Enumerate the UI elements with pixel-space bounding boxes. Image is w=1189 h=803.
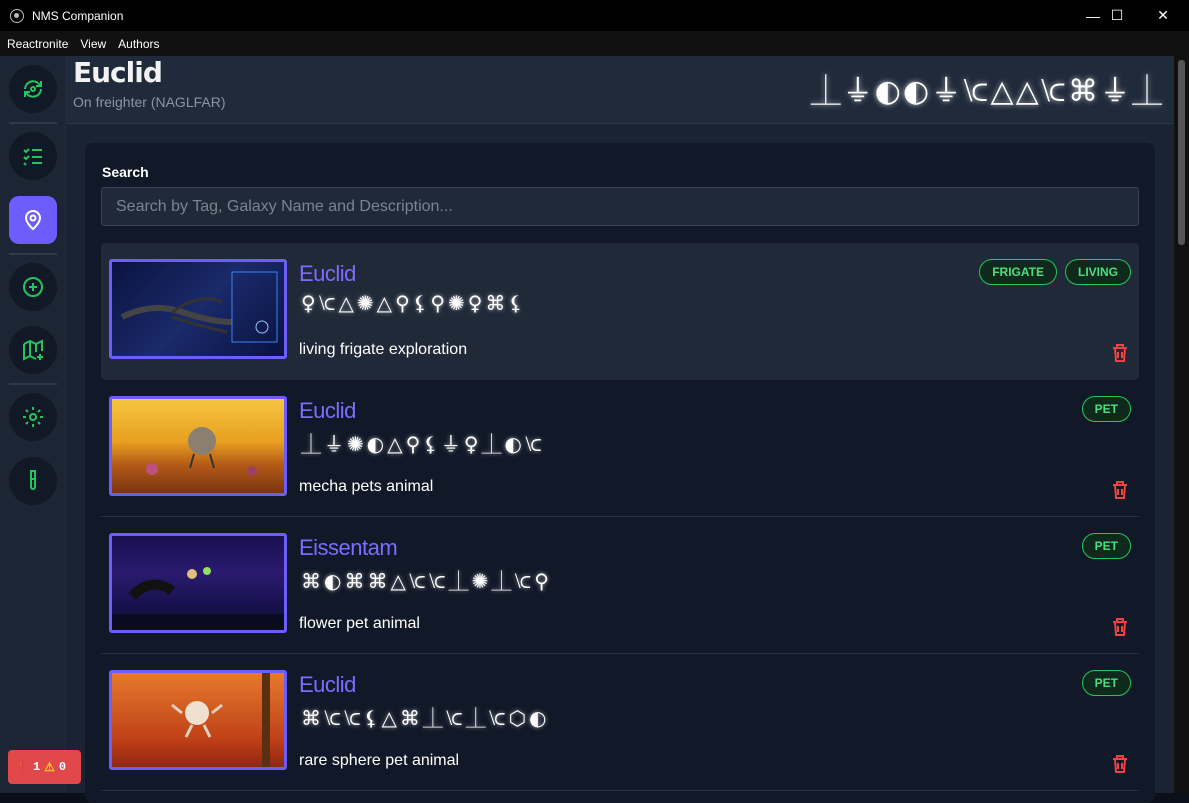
error-count: 1 (32, 760, 41, 774)
window-title: NMS Companion (32, 8, 124, 23)
tag-list: FRIGATE LIVING (979, 259, 1131, 285)
location-card[interactable]: Eissentam ⌘◐⌘⌘△⟈⟈⏊✺⏊⟈⚲ flower pet animal… (101, 517, 1139, 654)
tag-list: PET (1081, 396, 1131, 422)
search-label: Search (102, 164, 149, 180)
sidebar (0, 56, 66, 793)
close-button[interactable]: ✕ (1140, 0, 1186, 31)
entry-glyphs: ⏊⏚✺◐△⚲⚸⏚♀⏊◐⟈ (301, 432, 545, 456)
trash-icon[interactable] (1111, 480, 1129, 500)
trash-icon[interactable] (1111, 343, 1129, 363)
dev-status-badge[interactable]: ❗ 1 ⚠ 0 (8, 750, 81, 784)
location-screenshot (109, 670, 287, 770)
app-icon (10, 8, 24, 23)
content-area: Search Euclid ♀⟈△✺△⚲⚸⚲✺♀⌘⚸ living frigat… (66, 124, 1174, 803)
menu-bar: Reactronite View Authors (0, 31, 1189, 56)
locations-panel: Search Euclid ♀⟈△✺△⚲⚸⚲✺♀⌘⚸ living frigat… (85, 143, 1155, 803)
map-pin-icon (24, 210, 42, 231)
add-circle-icon (23, 277, 43, 297)
tag-list: PET (1081, 533, 1131, 559)
tag-pet[interactable]: PET (1081, 533, 1131, 559)
location-screenshot (109, 533, 287, 633)
refresh-location-icon (24, 80, 42, 98)
location-card[interactable]: Euclid ♀⟈△✺△⚲⚸⚲✺♀⌘⚸ living frigate explo… (101, 243, 1139, 380)
current-location-subtitle: On freighter (NAGLFAR) (73, 94, 226, 110)
location-card[interactable]: Euclid ⌘⟈⟈⚸△⌘⏊⟈⏊⟈⬡◐ rare sphere pet anim… (101, 654, 1139, 791)
trash-icon[interactable] (1111, 617, 1129, 637)
tag-living[interactable]: LIVING (1064, 259, 1131, 285)
entry-galaxy: Euclid (299, 398, 356, 423)
sidebar-divider (9, 122, 57, 124)
tag-frigate[interactable]: FRIGATE (979, 259, 1057, 285)
sidebar-divider (9, 383, 57, 385)
search-input[interactable] (101, 187, 1139, 226)
tag-pet[interactable]: PET (1081, 396, 1131, 422)
add-location-button[interactable] (9, 263, 57, 311)
current-galaxy: Euclid (73, 56, 163, 89)
add-map-button[interactable] (9, 326, 57, 374)
warning-count: 0 (58, 760, 67, 774)
locations-button[interactable] (9, 196, 57, 244)
entry-description: rare sphere pet animal (299, 752, 460, 769)
sidebar-divider (9, 253, 57, 255)
location-screenshot (109, 259, 287, 359)
entry-galaxy: Euclid (299, 672, 356, 697)
title-bar: NMS Companion — ☐ ✕ (0, 0, 1189, 31)
settings-button[interactable] (9, 393, 57, 441)
location-card[interactable]: Euclid ⏊⏚✺◐△⚲⚸⏚♀⏊◐⟈ mecha pets animal PE… (101, 380, 1139, 517)
refresh-location-button[interactable] (9, 65, 57, 113)
menu-authors[interactable]: Authors (112, 37, 165, 51)
current-location-header: Euclid On freighter (NAGLFAR) ⏊⏚◐◐⏚⟈△△⟈⌘… (66, 56, 1174, 124)
test-tube-icon (30, 470, 36, 490)
debug-button[interactable] (9, 457, 57, 505)
maximize-button[interactable]: ☐ (1094, 0, 1140, 31)
entry-glyphs: ⌘⟈⟈⚸△⌘⏊⟈⏊⟈⬡◐ (301, 706, 550, 730)
location-screenshot (109, 396, 287, 496)
checklist-icon (23, 148, 42, 166)
checklist-button[interactable] (9, 132, 57, 180)
error-icon: ❗ (14, 760, 29, 775)
entry-galaxy: Euclid (299, 261, 356, 286)
tag-pet[interactable]: PET (1081, 670, 1131, 696)
entry-description: living frigate exploration (299, 341, 468, 358)
entry-glyphs: ♀⟈△✺△⚲⚸⚲✺♀⌘⚸ (301, 291, 527, 315)
settings-gear-icon (23, 407, 43, 427)
menu-reactronite[interactable]: Reactronite (0, 37, 74, 51)
menu-view[interactable]: View (74, 37, 112, 51)
vertical-scrollbar[interactable] (1174, 56, 1189, 793)
trash-icon[interactable] (1111, 754, 1129, 774)
scrollbar-thumb[interactable] (1178, 60, 1185, 245)
entry-glyphs: ⌘◐⌘⌘△⟈⟈⏊✺⏊⟈⚲ (301, 569, 552, 593)
warning-icon: ⚠ (44, 760, 55, 775)
entry-description: flower pet animal (299, 615, 420, 632)
entry-description: mecha pets animal (299, 478, 434, 495)
tag-list: PET (1081, 670, 1131, 696)
entry-galaxy: Eissentam (299, 535, 398, 560)
map-add-icon (23, 339, 43, 361)
portal-glyphs: ⏊⏚◐◐⏚⟈△△⟈⌘⏚⏊ (810, 74, 1164, 109)
